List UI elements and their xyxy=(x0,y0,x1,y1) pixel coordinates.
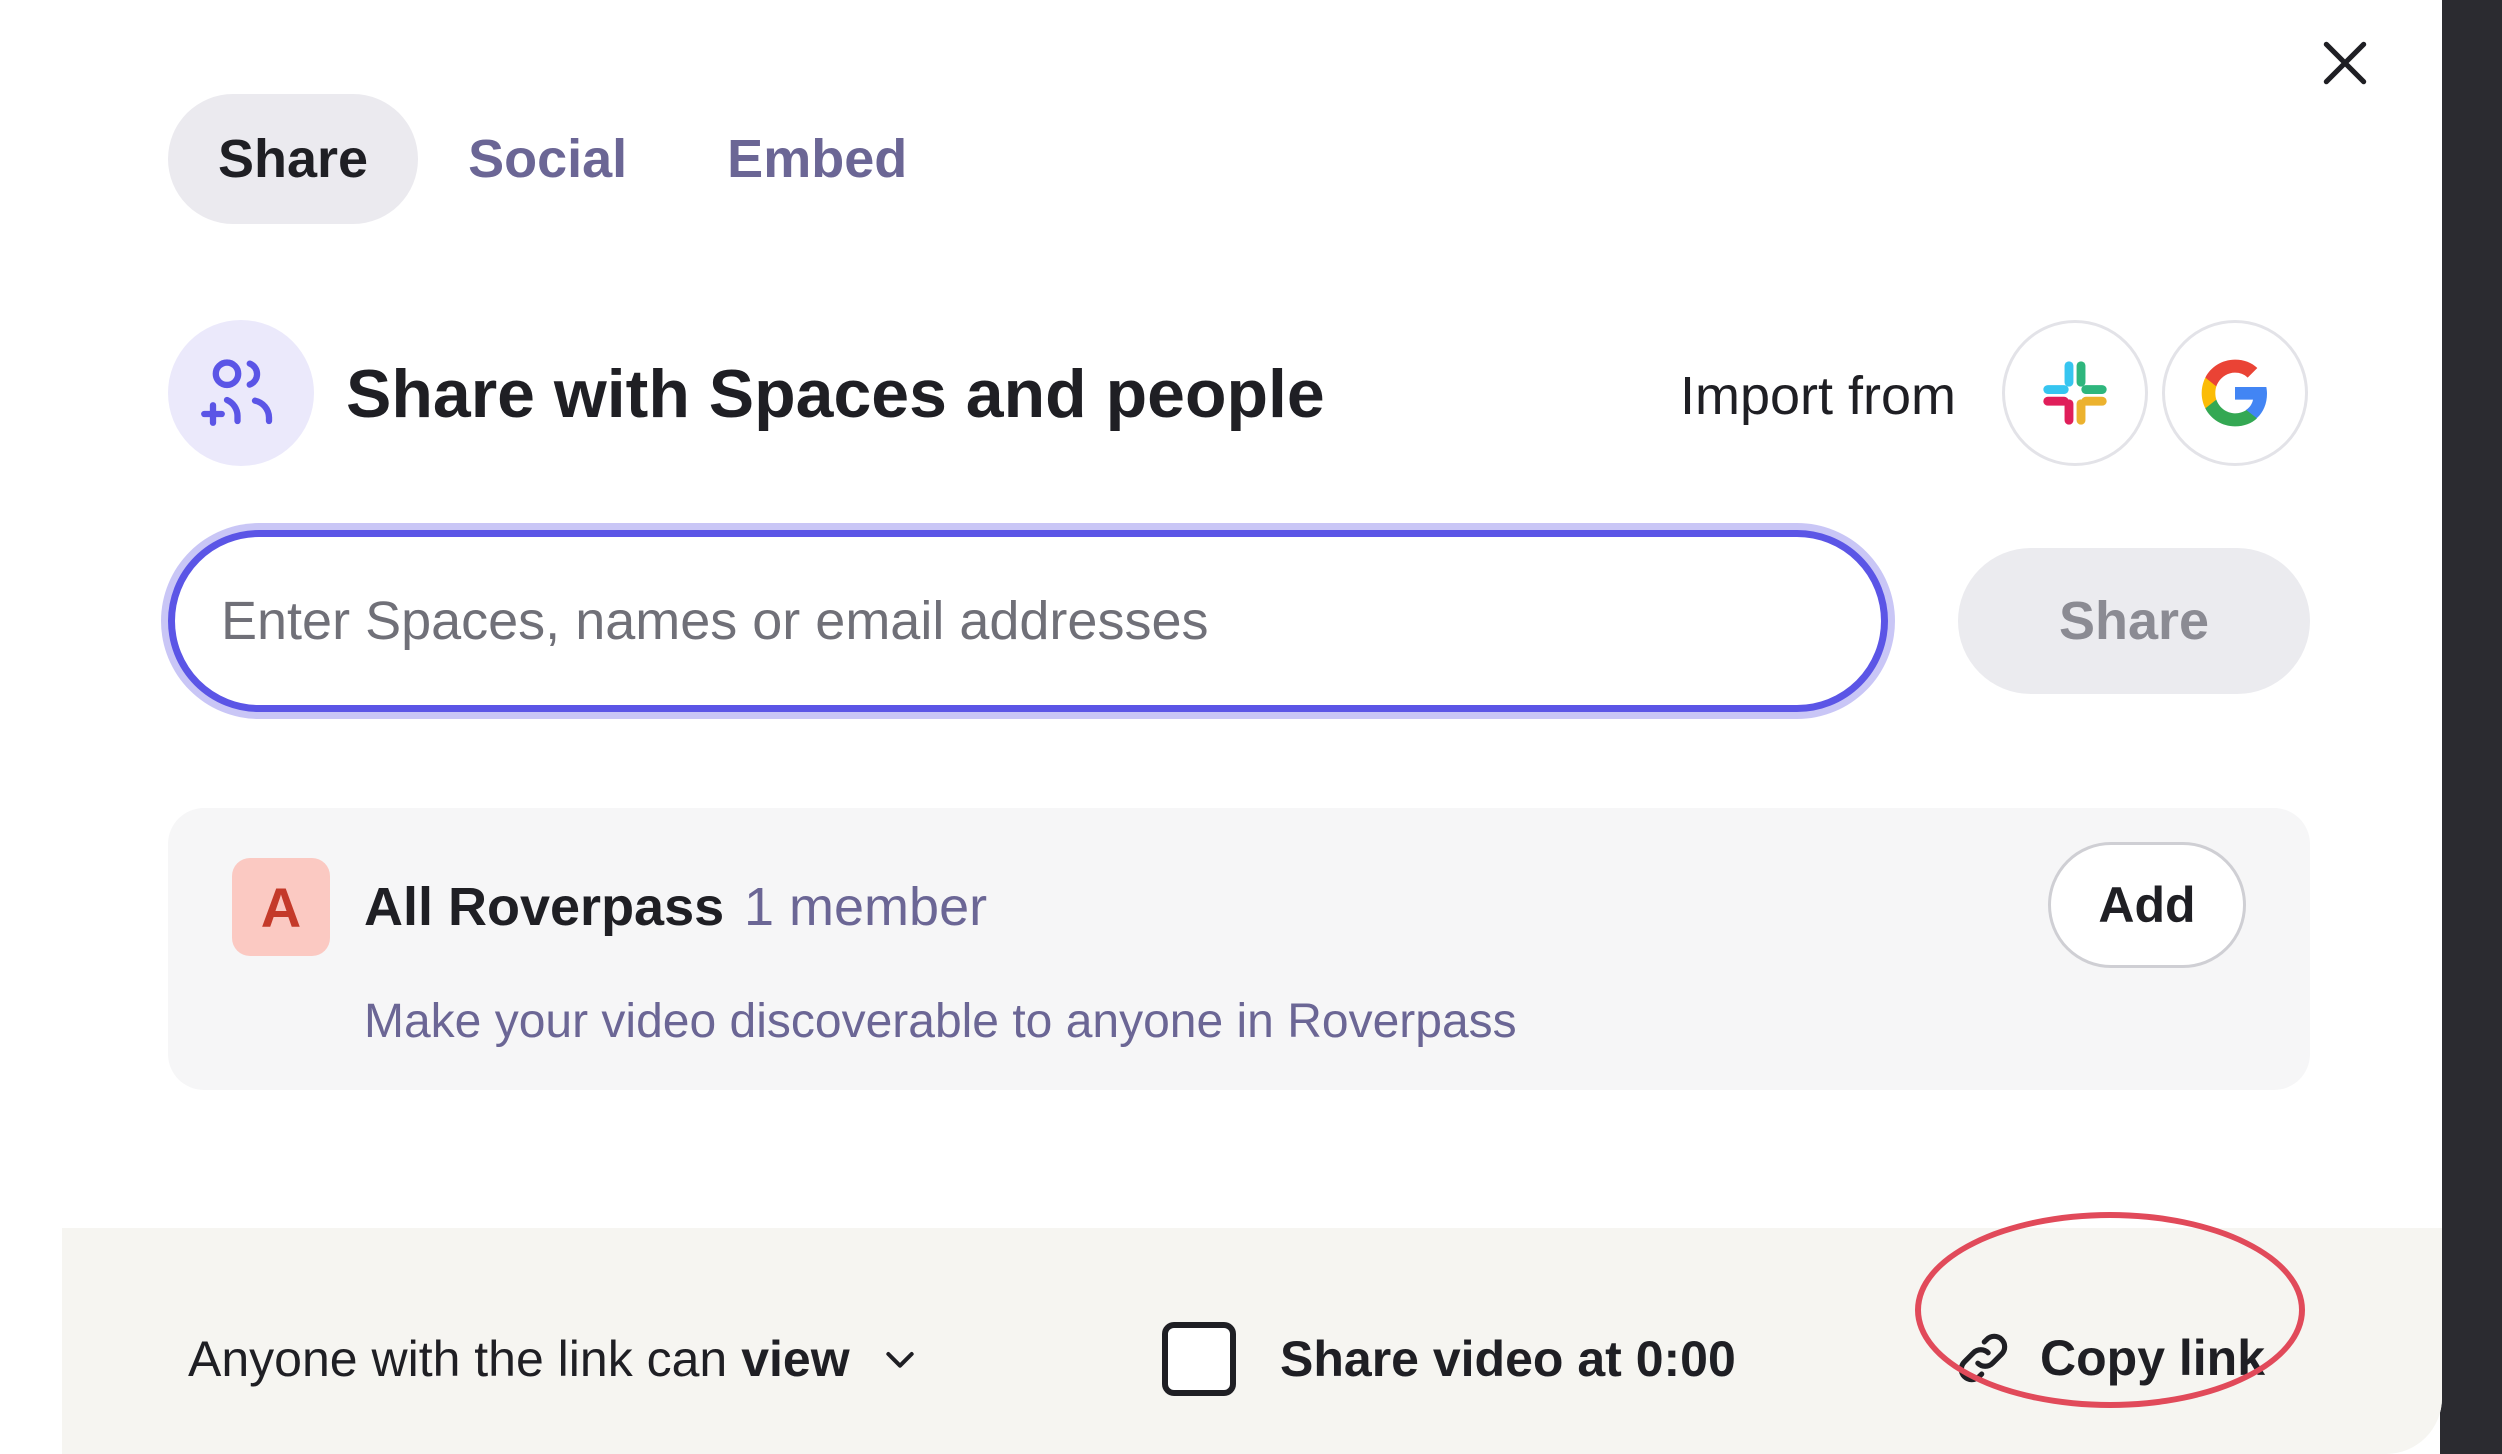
space-avatar: A xyxy=(232,858,330,956)
share-at-time-option[interactable]: Share video at 0:00 xyxy=(1162,1304,1736,1414)
close-button[interactable] xyxy=(2310,28,2380,98)
import-google-button[interactable] xyxy=(2162,320,2308,466)
tab-share[interactable]: Share xyxy=(168,94,419,224)
people-icon xyxy=(168,320,314,466)
share-button[interactable]: Share xyxy=(1958,548,2310,694)
share-footer: Anyone with the link can view Share vide… xyxy=(62,1228,2442,1454)
copy-link-button[interactable]: Copy link xyxy=(1952,1298,2265,1418)
slack-icon xyxy=(2043,361,2107,425)
add-space-button[interactable]: Add xyxy=(2048,842,2246,968)
background-edge xyxy=(2440,0,2502,1454)
share-at-time-checkbox[interactable] xyxy=(1162,1322,1236,1396)
tab-embed[interactable]: Embed xyxy=(677,94,957,224)
section-heading: Share with Spaces and people xyxy=(346,356,1325,432)
share-modal: Share Social Embed Share with Spaces and… xyxy=(0,0,2442,1454)
permission-prefix: Anyone with the link can xyxy=(188,1331,728,1387)
link-icon xyxy=(1958,1333,2008,1383)
permission-value: view xyxy=(741,1331,850,1387)
space-description: Make your video discoverable to anyone i… xyxy=(364,995,1517,1048)
space-suggestion-card: A All Roverpass 1 member Make your video… xyxy=(168,808,2310,1090)
screen: Share Social Embed Share with Spaces and… xyxy=(0,0,2502,1454)
copy-link-label: Copy link xyxy=(2040,1330,2266,1386)
link-permission-dropdown[interactable]: Anyone with the link can view xyxy=(188,1304,920,1414)
share-at-time-label: Share video at 0:00 xyxy=(1280,1331,1736,1387)
spaces-people-input[interactable] xyxy=(168,530,1888,712)
chevron-down-icon xyxy=(880,1339,920,1379)
tab-bar: Share Social Embed xyxy=(168,94,957,224)
tab-social[interactable]: Social xyxy=(418,94,677,224)
space-name: All Roverpass xyxy=(364,877,725,937)
import-label: Import from xyxy=(1680,366,1957,426)
close-icon xyxy=(2323,41,2367,85)
google-icon xyxy=(2201,359,2267,427)
space-member-count: 1 member xyxy=(744,877,988,937)
import-slack-button[interactable] xyxy=(2002,320,2148,466)
